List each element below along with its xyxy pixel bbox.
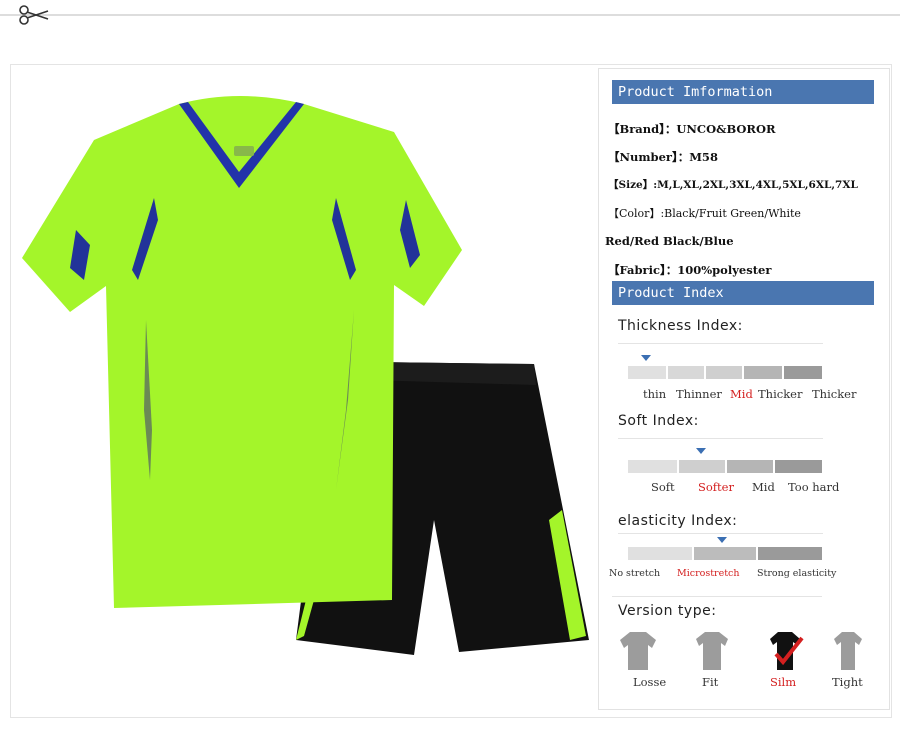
product-information-header: Product Imformation (612, 80, 874, 104)
thickness-label-thin: thin (643, 387, 667, 401)
elasticity-seg-2 (694, 547, 756, 560)
divider (612, 596, 822, 597)
soft-marker (696, 448, 706, 454)
divider (618, 438, 823, 439)
version-title: Version type: (618, 603, 717, 619)
color-text: 【Color】:Black/Fruit Green/White (608, 207, 801, 220)
tshirt-fit-icon (696, 632, 728, 670)
thickness-seg-3 (706, 366, 742, 379)
thickness-label-thinner: Thinner (676, 387, 722, 401)
tshirt-loose-icon (620, 632, 656, 670)
version-label-tight: Tight (832, 675, 863, 689)
scissors-icon (19, 5, 49, 25)
soft-seg-2 (679, 460, 725, 473)
size-text: 【Size】:M,L,XL,2XL,3XL,4XL,5XL,6XL,7XL (608, 179, 858, 191)
brand-text: 【Brand】：UNCO&BOROR (608, 122, 776, 136)
tshirt-slim-icon (770, 632, 804, 670)
elasticity-marker (717, 537, 727, 543)
elasticity-seg-1 (628, 547, 692, 560)
product-index-header: Product Index (612, 281, 874, 305)
version-label-losse: Losse (633, 675, 667, 689)
fabric-text: 【Fabric】：100%polyester (608, 263, 772, 277)
tshirt-tight-icon (834, 632, 862, 670)
elasticity-label-microstretch: Microstretch (677, 568, 740, 579)
elasticity-title: elasticity Index: (618, 513, 738, 529)
soft-label-soft: Soft (651, 480, 675, 494)
soft-label-too-hard: Too hard (788, 480, 840, 494)
top-divider (0, 14, 900, 16)
divider (618, 533, 823, 534)
thickness-title: Thickness Index: (618, 318, 743, 334)
soft-label-mid: Mid (752, 480, 775, 494)
color-text-cont: Red/Red Black/Blue (605, 234, 734, 248)
thickness-label-thicker-2: Thicker (812, 387, 857, 401)
divider (618, 343, 823, 344)
thickness-label-thicker: Thicker (758, 387, 803, 401)
soft-seg-3 (727, 460, 773, 473)
thickness-seg-1 (628, 366, 666, 379)
elasticity-label-strong: Strong elasticity (757, 568, 837, 579)
thickness-seg-2 (668, 366, 704, 379)
thickness-marker (641, 355, 651, 361)
version-label-silm: Silm (770, 675, 797, 689)
soft-seg-4 (775, 460, 822, 473)
version-label-fit: Fit (702, 675, 719, 689)
soft-title: Soft Index: (618, 413, 699, 429)
elasticity-seg-3 (758, 547, 822, 560)
thickness-seg-5 (784, 366, 822, 379)
soft-seg-1 (628, 460, 677, 473)
thickness-label-mid: Mid (730, 387, 753, 401)
number-text: 【Number】：M58 (608, 150, 718, 164)
thickness-seg-4 (744, 366, 782, 379)
elasticity-label-no-stretch: No stretch (609, 568, 661, 579)
product-image (22, 96, 589, 655)
soft-label-softer: Softer (698, 480, 734, 494)
